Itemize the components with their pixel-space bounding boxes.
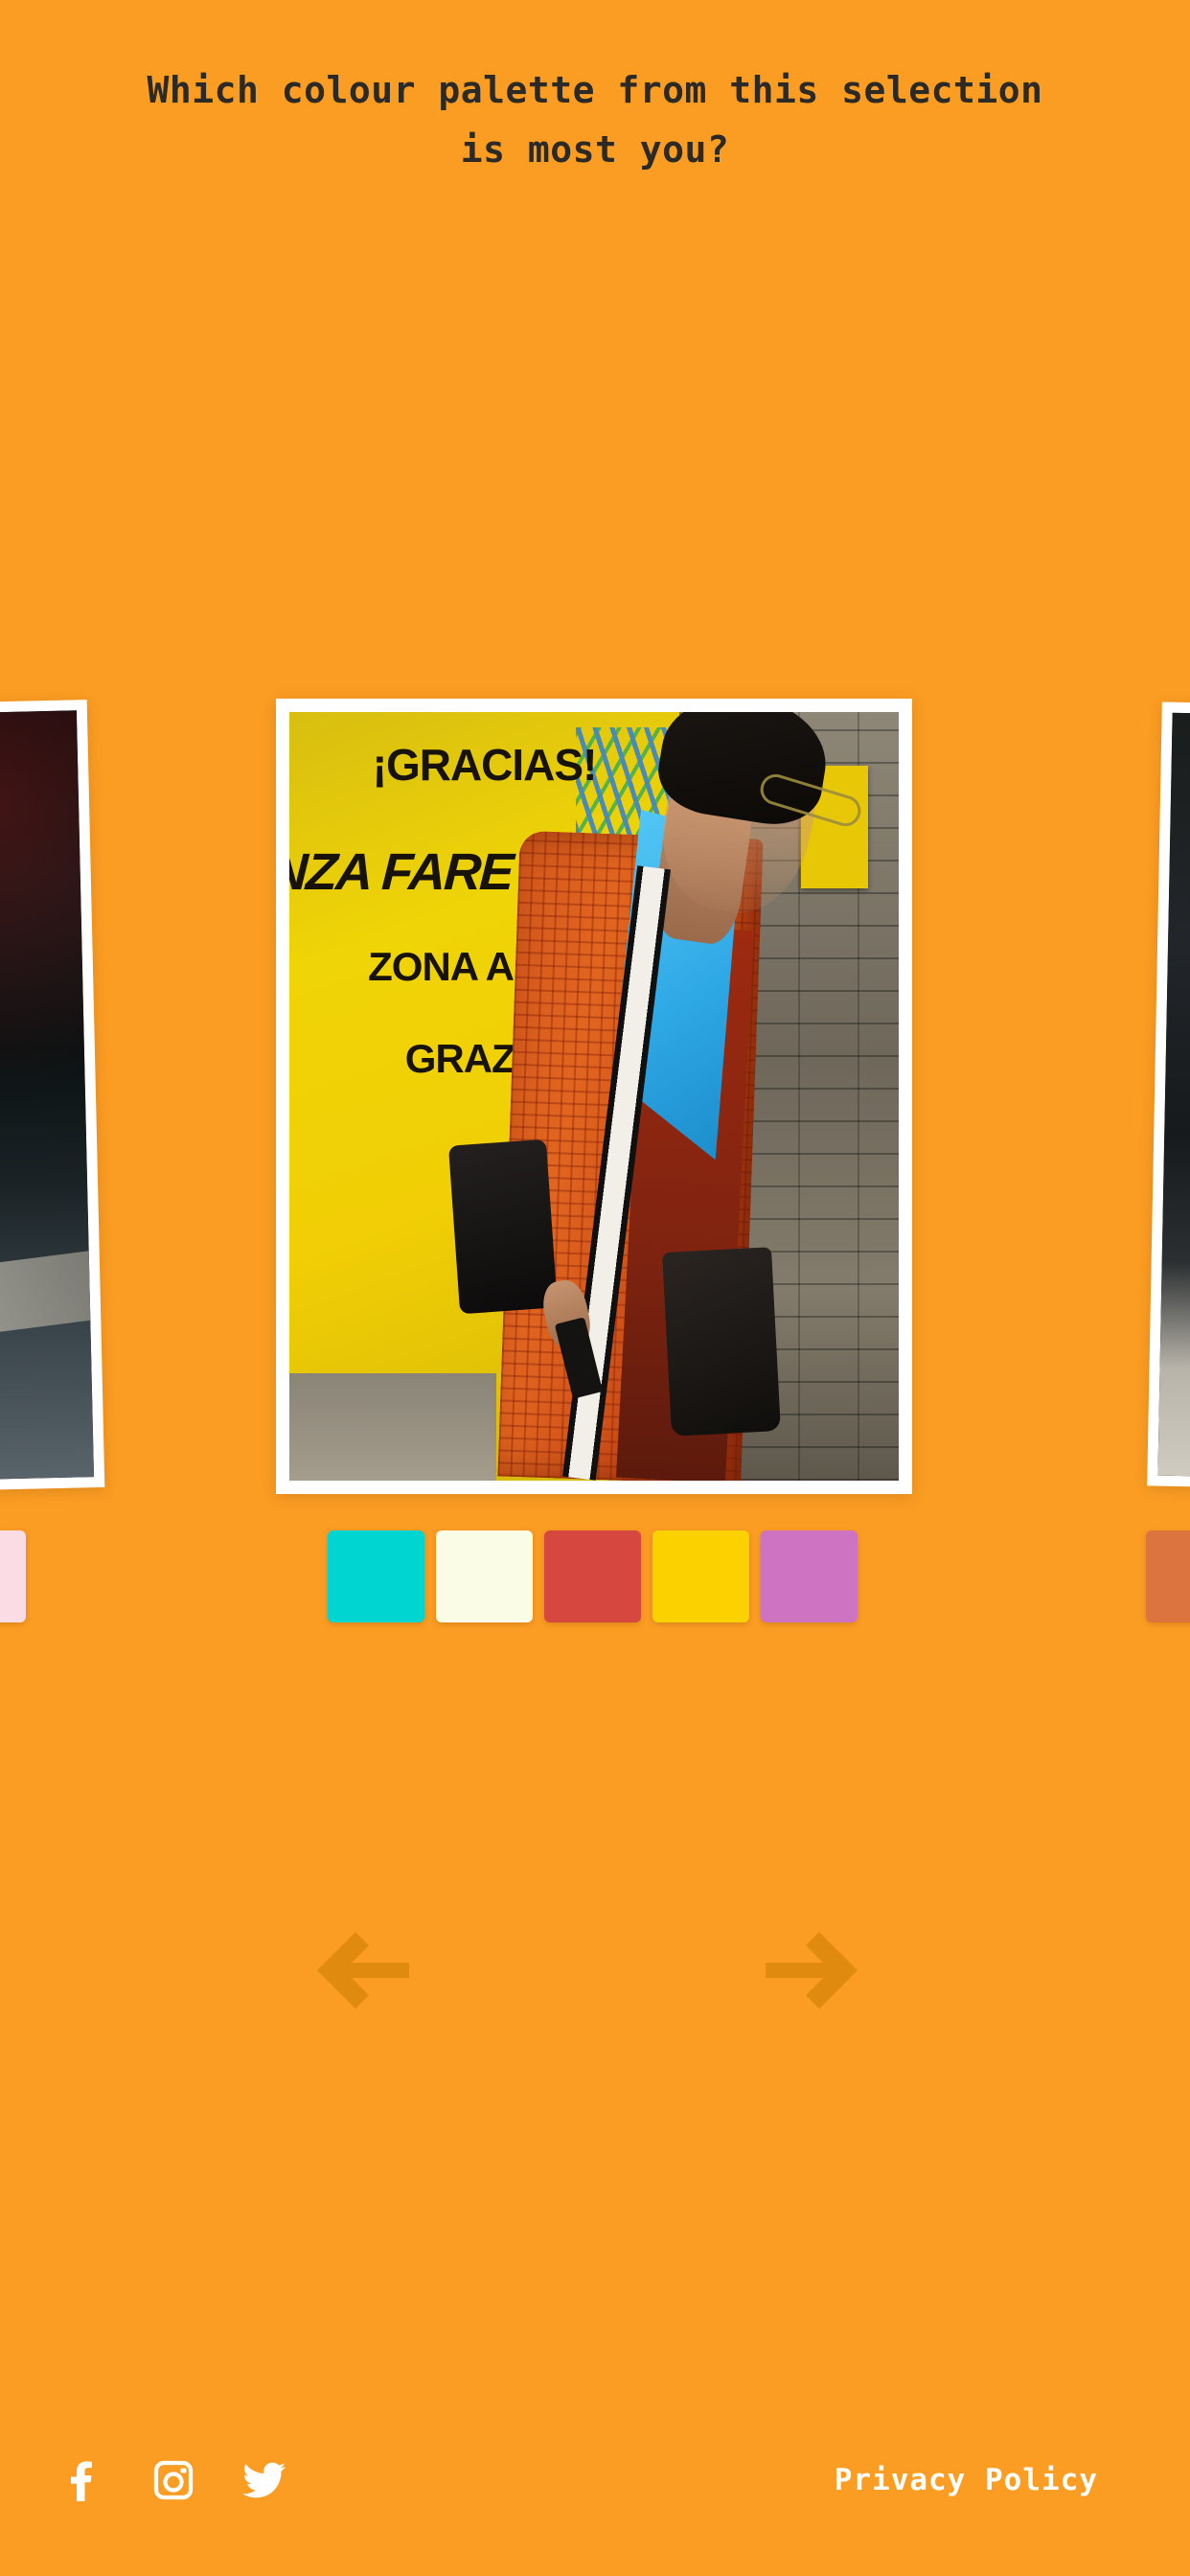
palette-swatch-peek-previous[interactable] <box>0 1530 26 1622</box>
social-links <box>59 2458 287 2502</box>
privacy-policy-link[interactable]: Privacy Policy <box>835 2463 1131 2497</box>
carousel-slide-next[interactable] <box>1147 702 1190 1491</box>
palette-carousel: ¡GRACIAS! NZA FARE TROP ZONA ABITA GRAZI… <box>0 0 1190 2576</box>
social-link-twitter[interactable] <box>243 2458 287 2502</box>
photo-artwork: ¡GRACIAS! NZA FARE TROP ZONA ABITA GRAZI… <box>289 712 899 1481</box>
palette-swatch-brick-red[interactable] <box>544 1530 641 1622</box>
palette-swatch-gold[interactable] <box>652 1530 749 1622</box>
person-figure <box>289 712 899 1481</box>
photo-artwork <box>0 710 95 1483</box>
slide-photo-active: ¡GRACIAS! NZA FARE TROP ZONA ABITA GRAZI… <box>289 712 899 1481</box>
palette-swatch-turquoise[interactable] <box>328 1530 424 1622</box>
social-link-instagram[interactable] <box>151 2458 195 2502</box>
slide-photo-previous <box>0 710 95 1483</box>
twitter-icon <box>243 2462 286 2498</box>
palette-swatch-peek-next[interactable] <box>1146 1530 1190 1622</box>
facebook-icon <box>71 2461 92 2501</box>
arrow-left-icon <box>317 1932 409 2009</box>
palette-swatch-row <box>0 1530 1190 1624</box>
carousel-slide-previous[interactable] <box>0 700 105 1493</box>
carousel-prev-button[interactable] <box>313 1924 413 2016</box>
social-link-facebook[interactable] <box>59 2458 103 2502</box>
carousel-next-button[interactable] <box>762 1924 861 2016</box>
instagram-icon <box>153 2460 194 2500</box>
photo-artwork <box>1157 712 1190 1481</box>
slide-photo-next <box>1157 712 1190 1481</box>
palette-swatch-ivory[interactable] <box>436 1530 533 1622</box>
carousel-slide-active[interactable]: ¡GRACIAS! NZA FARE TROP ZONA ABITA GRAZI… <box>276 699 912 1494</box>
shoulder-bag <box>662 1247 782 1438</box>
palette-swatch-orchid[interactable] <box>761 1530 858 1622</box>
arrow-right-icon <box>766 1932 858 2009</box>
site-footer: Privacy Policy <box>0 2384 1190 2576</box>
shoulder-bag-rear <box>447 1138 558 1315</box>
